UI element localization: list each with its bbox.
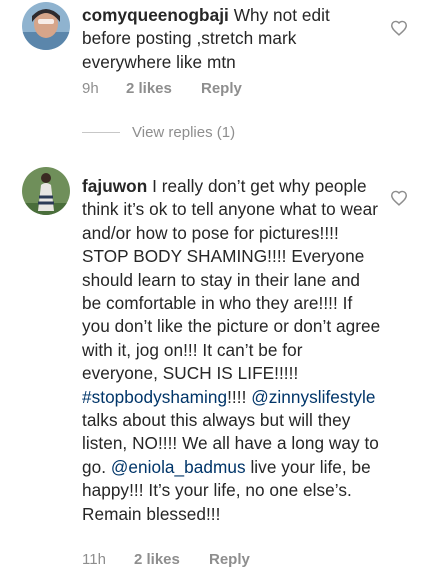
- hashtag-link[interactable]: #stopbodyshaming: [82, 387, 227, 407]
- reply-button[interactable]: Reply: [201, 80, 242, 97]
- avatar-fajuwon[interactable]: [22, 167, 70, 215]
- avatar-image: [22, 2, 70, 50]
- comment-body-part-1: I really don’t get why people think it’s…: [82, 176, 381, 384]
- reply-button[interactable]: Reply: [209, 551, 250, 568]
- mention-link[interactable]: @zinnyslifestyle: [251, 387, 375, 407]
- comment-username[interactable]: comyqueenogbaji: [82, 5, 229, 25]
- mention-link[interactable]: @eniola_badmus: [111, 457, 246, 477]
- heart-icon[interactable]: [390, 20, 408, 36]
- likes-count[interactable]: 2 likes: [134, 551, 209, 568]
- comment-text: fajuwon I really don’t get why people th…: [82, 175, 382, 526]
- comment-time: 9h: [82, 80, 99, 97]
- comment-meta: 11h 2 likes Reply: [82, 551, 250, 568]
- avatar-comyqueenogbaji[interactable]: [22, 2, 70, 50]
- comment-text: comyqueenogbaji Why not edit before post…: [82, 4, 382, 74]
- heart-icon[interactable]: [390, 190, 408, 206]
- comment-meta: 9h 2 likes Reply: [82, 80, 242, 97]
- view-replies-label: View replies (1): [132, 124, 236, 141]
- view-replies-button[interactable]: View replies (1): [82, 124, 235, 141]
- comment-body-part-2: !!!!: [227, 386, 247, 407]
- comment-username[interactable]: fajuwon: [82, 176, 147, 196]
- avatar-image: [22, 167, 70, 215]
- likes-count[interactable]: 2 likes: [126, 80, 201, 97]
- divider-line: [82, 132, 120, 133]
- comment-time: 11h: [82, 551, 106, 568]
